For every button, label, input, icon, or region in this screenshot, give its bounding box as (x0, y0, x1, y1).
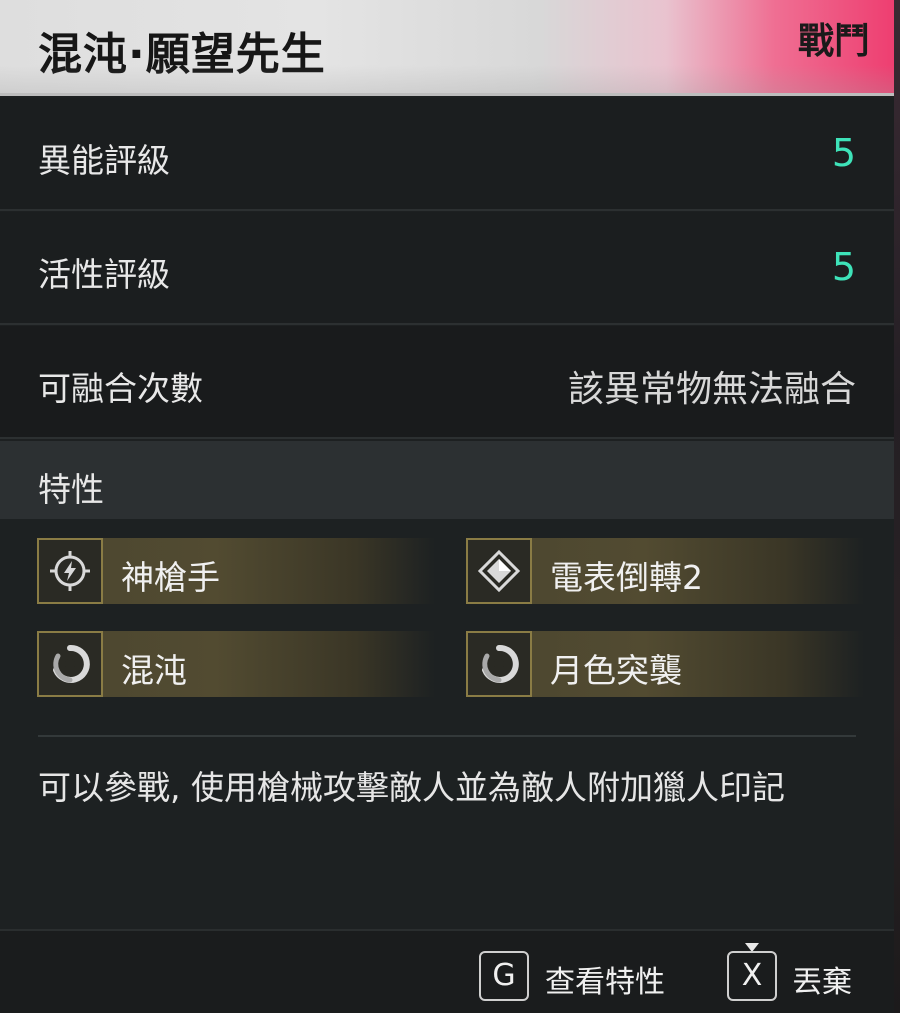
side-edge-strip (894, 0, 900, 1013)
trait-item[interactable]: 混沌 (37, 631, 435, 697)
trait-label: 神槍手 (121, 558, 220, 597)
fusion-count-label: 可融合次數 (38, 369, 203, 408)
lightning-crosshair-icon (37, 538, 103, 604)
traits-heading: 特性 (38, 470, 104, 509)
activity-rank-row: 活性評級 5 (0, 212, 894, 325)
trait-item[interactable]: 神槍手 (37, 538, 435, 604)
diamond-icon (466, 538, 532, 604)
trait-item[interactable]: 電表倒轉2 (466, 538, 864, 604)
discard-key[interactable]: X (727, 951, 777, 1001)
swirl-icon (37, 631, 103, 697)
category-tag: 戰鬥 (797, 21, 870, 62)
item-title: 混沌·願望先生 (38, 29, 326, 80)
swirl-icon (466, 631, 532, 697)
ability-rank-row: 異能評級 5 (0, 98, 894, 211)
discard-button[interactable]: 丟棄 (792, 957, 852, 1001)
panel-header: 混沌·願望先生 戰鬥 (0, 0, 900, 96)
view-traits-button[interactable]: 查看特性 (545, 957, 665, 1001)
trait-item[interactable]: 月色突襲 (466, 631, 864, 697)
fusion-count-row: 可融合次數 該異常物無法融合 (0, 326, 894, 439)
item-detail-panel: 混沌·願望先生 戰鬥 異能評級 5 活性評級 5 可融合次數 該異常物無法融合 … (0, 0, 900, 1013)
activity-rank-value: 5 (831, 245, 856, 289)
ability-rank-label: 異能評級 (38, 141, 170, 180)
activity-rank-label: 活性評級 (38, 255, 170, 294)
section-divider (38, 735, 856, 737)
trait-label: 電表倒轉2 (550, 558, 703, 597)
trait-label: 月色突襲 (550, 651, 682, 690)
trait-label: 混沌 (121, 651, 187, 690)
action-footer: G 查看特性 X 丟棄 (0, 929, 894, 1013)
view-traits-key[interactable]: G (479, 951, 529, 1001)
traits-heading-bar: 特性 (0, 441, 894, 519)
ability-rank-value: 5 (831, 131, 856, 175)
item-description: 可以參戰, 使用槍械攻擊敵人並為敵人附加獵人印記 (38, 768, 785, 807)
fusion-count-value: 該異常物無法融合 (567, 369, 856, 410)
